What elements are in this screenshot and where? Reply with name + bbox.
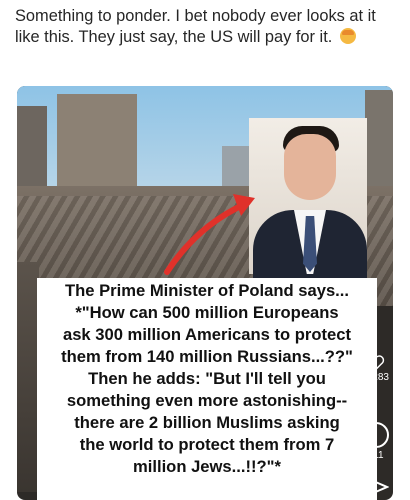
- comment-button[interactable]: 111: [363, 422, 389, 461]
- post-caption: Something to ponder. I bet nobody ever l…: [15, 6, 400, 48]
- caption-text: Something to ponder. I bet nobody ever l…: [15, 7, 376, 46]
- video-edge-strip: [17, 262, 39, 492]
- red-arrow-icon: [164, 194, 255, 275]
- quote-line: them from 140 million Russians...??": [61, 347, 353, 366]
- rubble-scene: [17, 86, 393, 306]
- emoji-face-icon: [339, 28, 356, 44]
- quote-line: the world to protect them from 7: [79, 435, 335, 454]
- meme-image[interactable]: The Prime Minister of Poland says... *"H…: [17, 86, 393, 500]
- quote-line: *"How can 500 million Europeans: [75, 303, 339, 322]
- quote-line: something even more astonishing--: [66, 391, 348, 410]
- quote-text-box: The Prime Minister of Poland says... *"H…: [37, 278, 377, 500]
- comment-icon: [363, 422, 389, 448]
- quote-line: The Prime Minister of Poland says...: [64, 281, 349, 300]
- share-button[interactable]: [369, 478, 390, 499]
- quote-line: Then he adds: "But I'll tell you: [88, 369, 326, 388]
- like-button[interactable]: 7,283: [364, 354, 389, 383]
- heart-icon: [368, 355, 385, 370]
- share-icon: [369, 478, 390, 496]
- comment-count: 111: [368, 450, 384, 461]
- quote-line: there are 2 billion Muslims asking: [74, 413, 340, 432]
- quote-line: million Jews...!!?"*: [132, 457, 281, 476]
- quote-line: ask 300 million Americans to protect: [62, 325, 352, 344]
- like-count: 7,283: [363, 372, 389, 383]
